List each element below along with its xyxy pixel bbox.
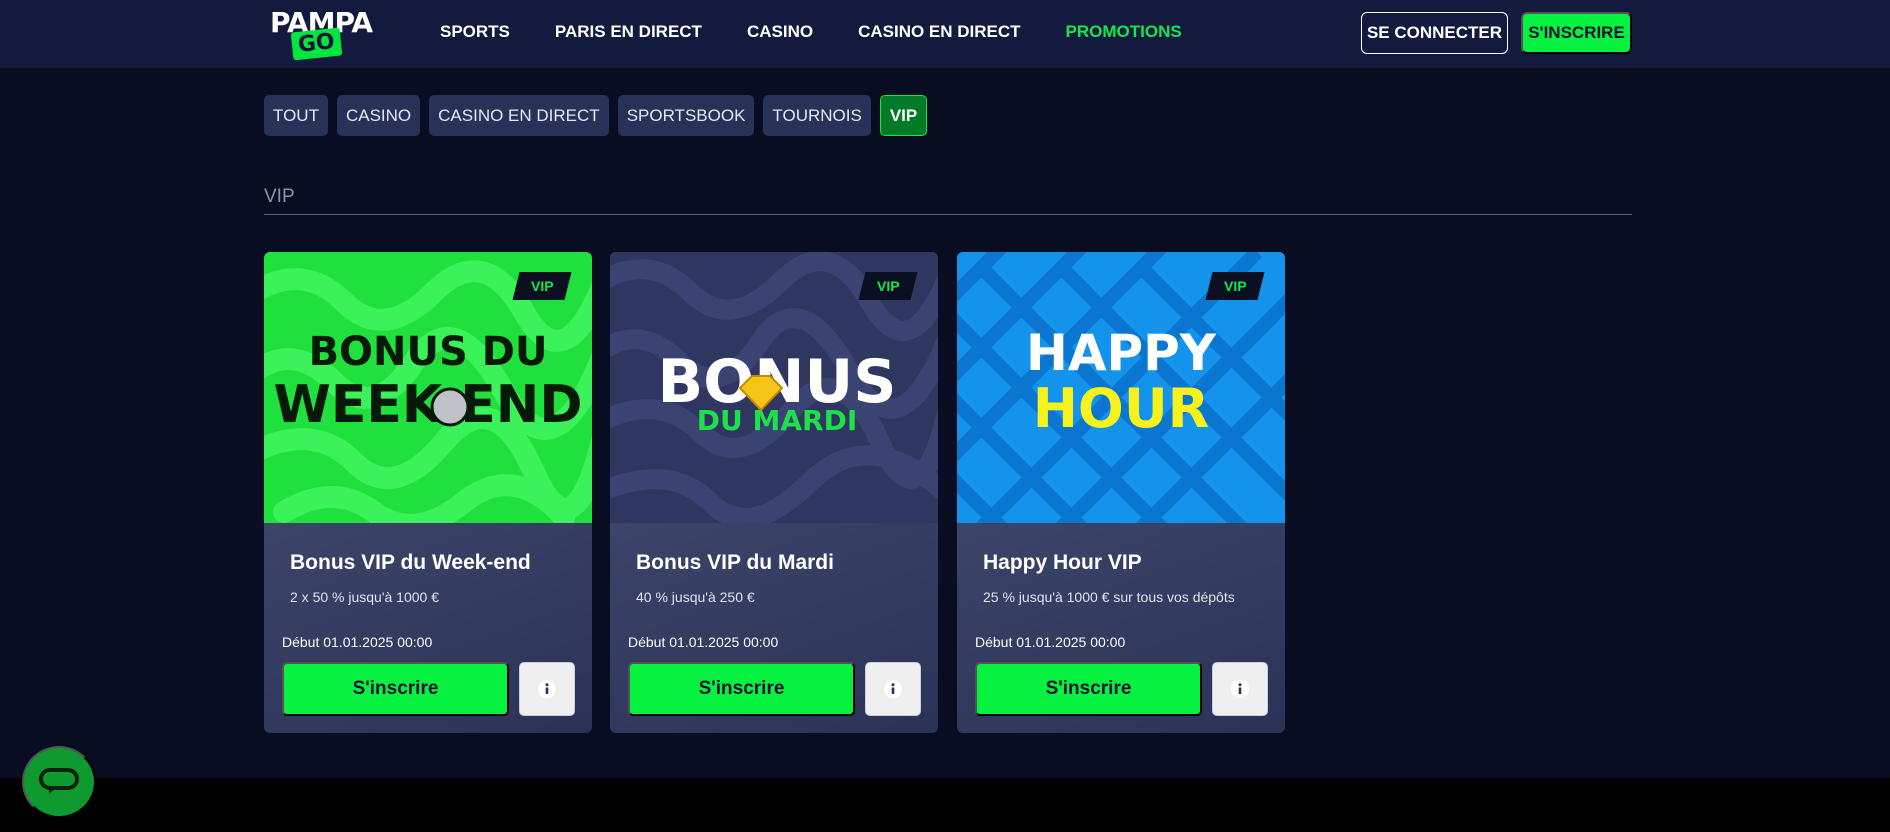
vip-badge: VIP xyxy=(858,272,918,300)
info-button[interactable] xyxy=(1212,662,1268,716)
top-header: PAMPA GO SPORTS PARIS EN DIRECT CASINO C… xyxy=(0,0,1890,68)
page-footer xyxy=(0,778,1890,832)
nav-sports[interactable]: SPORTS xyxy=(440,22,510,42)
card-start-date: Début 01.01.2025 00:00 xyxy=(282,634,433,650)
promo-card-mardi: BONUS DU MARDI VIP Bonus VIP du Mardi 40… xyxy=(610,252,938,733)
card-start-date: Début 01.01.2025 00:00 xyxy=(975,634,1126,650)
logo-text-bottom: GO xyxy=(290,27,343,61)
promo-card-image[interactable]: HAPPY HOUR VIP xyxy=(957,252,1285,523)
vip-badge: VIP xyxy=(512,272,572,300)
signup-button[interactable]: S'inscrire xyxy=(628,662,855,716)
signup-button[interactable]: S'inscrire xyxy=(282,662,509,716)
art-line-1: HAPPY xyxy=(1026,324,1217,382)
card-title: Happy Hour VIP xyxy=(983,551,1142,574)
nav-promotions[interactable]: PROMOTIONS xyxy=(1066,22,1182,42)
nav-casino[interactable]: CASINO xyxy=(747,22,813,42)
promo-card-happy-hour: HAPPY HOUR VIP Happy Hour VIP 25 % jusqu… xyxy=(957,252,1285,733)
info-icon xyxy=(884,680,902,698)
info-icon xyxy=(538,680,556,698)
art-line-2: WEEK END xyxy=(273,375,582,435)
nav-casino-en-direct[interactable]: CASINO EN DIRECT xyxy=(858,22,1020,42)
card-title: Bonus VIP du Week-end xyxy=(290,551,531,574)
main-nav: SPORTS PARIS EN DIRECT CASINO CASINO EN … xyxy=(440,0,1227,64)
art-line-1: BONUS DU xyxy=(309,329,548,375)
card-start-date: Début 01.01.2025 00:00 xyxy=(628,634,779,650)
art-line-2: HOUR xyxy=(1033,377,1210,440)
login-button[interactable]: SE CONNECTER xyxy=(1361,12,1508,54)
signup-button[interactable]: S'inscrire xyxy=(975,662,1202,716)
info-button[interactable] xyxy=(865,662,921,716)
pampago-logo[interactable]: PAMPA GO xyxy=(270,4,373,61)
filter-tournois[interactable]: TOURNOIS xyxy=(763,95,871,136)
register-button[interactable]: S'INSCRIRE xyxy=(1521,12,1632,54)
promo-filter-tabs: TOUT CASINO CASINO EN DIRECT SPORTSBOOK … xyxy=(264,95,928,136)
filter-casino[interactable]: CASINO xyxy=(336,95,421,136)
card-subtitle: 25 % jusqu'à 1000 € sur tous vos dépôts xyxy=(983,589,1235,605)
promo-card-image[interactable]: BONUS DU WEEK END VIP xyxy=(264,252,592,523)
card-subtitle: 2 x 50 % jusqu'à 1000 € xyxy=(290,589,440,605)
vip-badge: VIP xyxy=(1205,272,1265,300)
filter-casino-en-direct[interactable]: CASINO EN DIRECT xyxy=(429,95,609,136)
nav-paris-en-direct[interactable]: PARIS EN DIRECT xyxy=(555,22,702,42)
filter-sportsbook[interactable]: SPORTSBOOK xyxy=(617,95,755,136)
info-button[interactable] xyxy=(519,662,575,716)
promo-card-image[interactable]: BONUS DU MARDI VIP xyxy=(610,252,938,523)
chat-bubble-icon xyxy=(39,768,79,794)
live-chat-button[interactable] xyxy=(22,746,96,818)
info-icon xyxy=(1231,680,1249,698)
section-divider xyxy=(264,214,1632,215)
section-title: VIP xyxy=(264,186,295,207)
card-subtitle: 40 % jusqu'à 250 € xyxy=(636,589,755,605)
art-line-2: DU MARDI xyxy=(697,404,857,437)
filter-tout[interactable]: TOUT xyxy=(264,95,328,136)
card-title: Bonus VIP du Mardi xyxy=(636,551,834,574)
promo-card-weekend: BONUS DU WEEK END VIP Bonus VIP du Week-… xyxy=(264,252,592,733)
filter-vip[interactable]: VIP xyxy=(879,95,928,136)
